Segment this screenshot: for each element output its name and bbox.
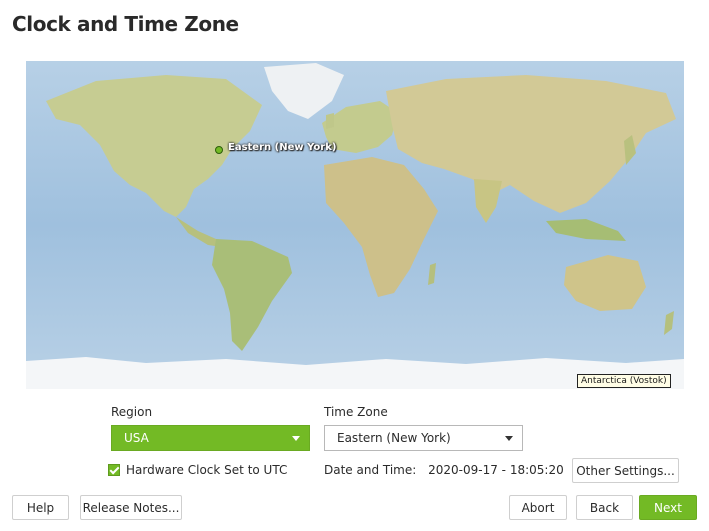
other-settings-button[interactable]: Other Settings... [572,458,679,483]
date-time-label: Date and Time: [324,463,417,477]
world-map-graphic [26,61,684,389]
abort-button[interactable]: Abort [509,495,567,520]
next-button[interactable]: Next [639,495,697,520]
map-hover-tooltip: Antarctica (Vostok) [577,374,671,388]
date-time-info: Date and Time: 2020-09-17 - 18:05:20 [324,463,564,477]
hardware-clock-label: Hardware Clock Set to UTC [126,463,288,477]
timezone-dropdown[interactable]: Eastern (New York) [324,425,523,451]
region-value: USA [124,431,149,445]
help-button[interactable]: Help [12,495,69,520]
hardware-clock-checkbox-row[interactable]: Hardware Clock Set to UTC [108,463,287,477]
release-notes-button[interactable]: Release Notes... [80,495,182,520]
chevron-down-icon [292,436,300,441]
world-map[interactable]: Eastern (New York) Antarctica (Vostok) [26,61,684,389]
timezone-value: Eastern (New York) [337,431,451,445]
selected-city-marker[interactable] [215,146,223,154]
selected-city-label: Eastern (New York) [228,142,337,153]
page-title: Clock and Time Zone [12,12,239,36]
timezone-label: Time Zone [324,405,388,419]
back-button[interactable]: Back [576,495,633,520]
hardware-clock-checkbox[interactable] [108,464,120,476]
chevron-down-icon [505,436,513,441]
region-label: Region [111,405,153,419]
region-dropdown[interactable]: USA [111,425,310,451]
date-time-value: 2020-09-17 - 18:05:20 [428,463,564,477]
